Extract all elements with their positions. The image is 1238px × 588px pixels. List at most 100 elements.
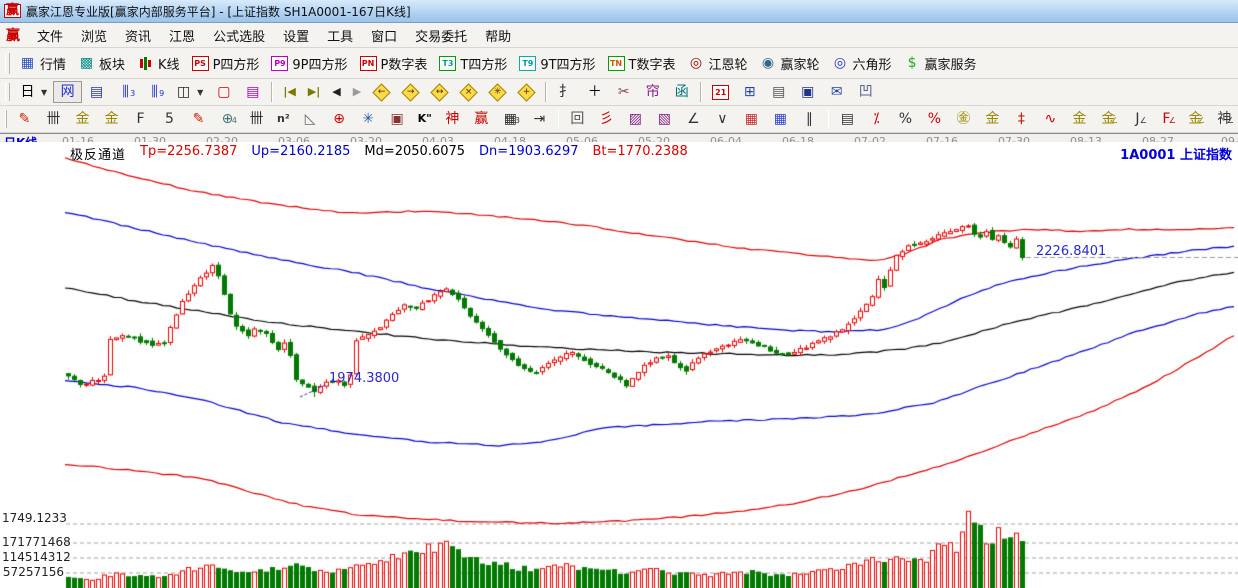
ray-fan-button[interactable]: 彡	[592, 108, 621, 130]
hand-tool-button[interactable]: 扌	[551, 81, 580, 103]
zoom-cross-button[interactable]: +	[512, 81, 541, 103]
nav-last-button[interactable]: ▶|	[302, 81, 326, 103]
compass-button[interactable]: ⊕4	[213, 108, 242, 130]
shen-ruler-button[interactable]: 神	[438, 108, 467, 130]
pen-tool-button[interactable]: ✎	[10, 108, 39, 130]
f-ruler-button[interactable]: F	[126, 108, 155, 130]
menu-3[interactable]: 江恩	[160, 24, 204, 47]
menu-7[interactable]: 窗口	[362, 24, 406, 47]
nav-next-button[interactable]: ▶	[347, 81, 367, 103]
calculator-button[interactable]: ⊞	[735, 81, 764, 103]
shen-angle-button[interactable]: 神∠	[1210, 108, 1238, 130]
nav-prev-button[interactable]: ◀	[326, 81, 346, 103]
hexagon-button[interactable]: ◎六角形	[826, 51, 898, 76]
ruler-grid-button[interactable]: 卌	[39, 108, 68, 130]
save-button[interactable]: ▣	[793, 81, 822, 103]
menu-2[interactable]: 资讯	[116, 24, 160, 47]
system-button[interactable]: 凹	[851, 81, 880, 103]
parallel-button[interactable]: ∥	[795, 108, 824, 130]
p-square-button[interactable]: PSP四方形	[186, 51, 266, 76]
f-angle-button[interactable]: F∠	[1152, 108, 1181, 130]
zoom-right-button[interactable]: →	[396, 81, 425, 103]
bars-3-button[interactable]: ⫼3	[111, 81, 140, 103]
t9-square-button[interactable]: T99T四方形	[513, 51, 601, 76]
gold-circle-button[interactable]: ㊎	[949, 108, 978, 130]
scale-panel-button[interactable]: ▤	[833, 108, 862, 130]
zoom-tool-button[interactable]: ✂	[609, 81, 638, 103]
sectors-button[interactable]: ▩板块	[72, 51, 131, 76]
menu-8[interactable]: 交易委托	[406, 24, 476, 47]
notes-button[interactable]: ▤	[764, 81, 793, 103]
angle-rays-button[interactable]: ∠	[679, 108, 708, 130]
menu-9[interactable]: 帮助	[476, 24, 520, 47]
nav-first-button[interactable]: |◀	[277, 81, 301, 103]
gold-lines-button[interactable]: 金	[978, 108, 1007, 130]
j-angle-button[interactable]: J∠	[1123, 108, 1152, 130]
zoom-compress-button[interactable]: ×	[454, 81, 483, 103]
mail-button[interactable]: ✉	[822, 81, 851, 103]
grid-blue-button[interactable]: ▦	[766, 108, 795, 130]
menu-bar: 赢 文件浏览资讯江恩公式选股设置工具窗口交易委托帮助	[0, 23, 1238, 48]
percent-bar-button[interactable]: ⁒	[862, 108, 891, 130]
winner-wheel-button[interactable]: ◉赢家轮	[754, 51, 826, 76]
zoom-expand-button[interactable]: ✳	[483, 81, 512, 103]
t-table-button[interactable]: TNT数字表	[602, 51, 682, 76]
gold-ruler-2-button[interactable]: 金	[97, 108, 126, 130]
angle-mirror-button[interactable]: ◺	[296, 108, 325, 130]
glyph-icon: 函	[673, 84, 690, 100]
symbol-label: 1A0001 上证指数	[1120, 144, 1232, 163]
pen-ruler-button[interactable]: ✎	[184, 108, 213, 130]
gold-angle-button[interactable]: 金∠	[1094, 108, 1123, 130]
gold-lines-2-button[interactable]: 金	[1065, 108, 1094, 130]
circle-target-button[interactable]: ⊕	[325, 108, 354, 130]
fan-box-button[interactable]: ▨	[621, 108, 650, 130]
square-target-button[interactable]: ▣	[383, 108, 412, 130]
star-target-button[interactable]: ✳	[354, 108, 383, 130]
frame-tool-button[interactable]: 回	[563, 108, 592, 130]
menu-1[interactable]: 浏览	[72, 24, 116, 47]
wave-tool-button[interactable]: 函	[667, 81, 696, 103]
crosshair-tool-button[interactable]: ＋	[580, 81, 609, 103]
ruler-grid-2-button[interactable]: 卌	[242, 108, 271, 130]
win-ruler-button[interactable]: 赢	[467, 108, 496, 130]
gold-ruler-1-button[interactable]: 金	[68, 108, 97, 130]
glyph-icon: ▦	[743, 111, 760, 127]
k-quote-button[interactable]: K"	[412, 108, 438, 130]
width-tool-button[interactable]: ⇥	[525, 108, 554, 130]
kline-button[interactable]: K线	[131, 51, 186, 76]
gold-angle-2-button[interactable]: 金∠	[1181, 108, 1210, 130]
glyph-icon: ∨	[714, 111, 731, 127]
region-select-button[interactable]: ▢	[209, 81, 238, 103]
gann-grid-button[interactable]: 帘	[638, 81, 667, 103]
percent-button[interactable]: %	[891, 108, 920, 130]
color-chart-button[interactable]: ▤	[238, 81, 267, 103]
n2-ruler-button[interactable]: n²	[271, 108, 296, 130]
bars-9-button[interactable]: ⫼9	[140, 81, 169, 103]
wave-cross-button[interactable]: ∿	[1036, 108, 1065, 130]
kline-chart-canvas[interactable]	[0, 142, 1238, 588]
zoom-hfit-button[interactable]: ↔	[425, 81, 454, 103]
gann-wheel-button[interactable]: ◎江恩轮	[682, 51, 754, 76]
five-ruler-button[interactable]: 5	[155, 108, 184, 130]
menu-5[interactable]: 设置	[274, 24, 318, 47]
calendar-button[interactable]: 21	[706, 82, 735, 103]
p-table-button[interactable]: PNP数字表	[354, 51, 434, 76]
quotes-button[interactable]: ▦行情	[13, 51, 72, 76]
ruler-123-button[interactable]: ▦123	[496, 108, 525, 130]
winner-service-button[interactable]: $赢家服务	[898, 51, 983, 76]
candle-style-dropdown[interactable]: ◫▼	[169, 81, 209, 103]
period-day-dropdown[interactable]: 日▼	[13, 81, 53, 103]
marker-pen-button[interactable]: ‡	[1007, 108, 1036, 130]
menu-6[interactable]: 工具	[318, 24, 362, 47]
t-square-button[interactable]: T3T四方形	[433, 51, 513, 76]
info-panel-button[interactable]: ▤	[82, 81, 111, 103]
menu-4[interactable]: 公式选股	[204, 24, 274, 47]
zoom-left-button[interactable]: ←	[367, 81, 396, 103]
zigzag-button[interactable]: ∨	[708, 108, 737, 130]
fan-box-2-button[interactable]: ▧	[650, 108, 679, 130]
menu-0[interactable]: 文件	[28, 24, 72, 47]
p9-square-button[interactable]: P99P四方形	[265, 51, 353, 76]
grid-red-button[interactable]: ▦	[737, 108, 766, 130]
trend-mode-button[interactable]: 网	[53, 81, 82, 103]
percent-line-button[interactable]: %	[920, 108, 949, 130]
